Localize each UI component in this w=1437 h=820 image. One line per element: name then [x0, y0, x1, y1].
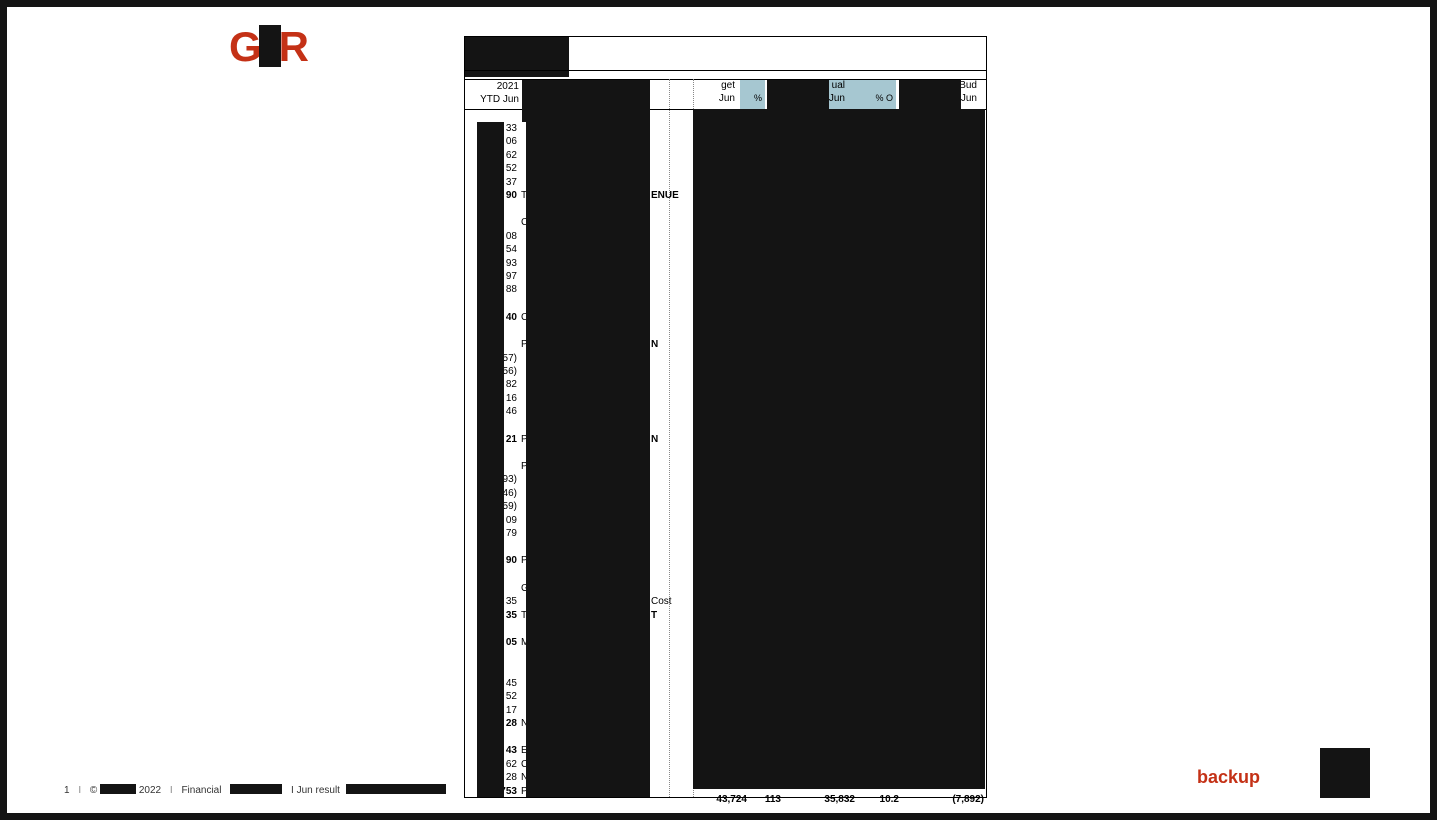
report-header-redaction [465, 37, 569, 77]
row-label-end: N [651, 339, 658, 350]
body-redaction-labels [526, 109, 650, 797]
report-rule-1 [465, 70, 986, 71]
company-logo: GR [229, 23, 308, 71]
backup-label: backup [1197, 767, 1260, 788]
footer-page-number: 1 [64, 785, 70, 796]
body-redaction-numbers [693, 109, 985, 789]
footer-redaction-3 [346, 784, 446, 794]
bottom-right-redaction [1320, 748, 1370, 798]
col-2021-sub: YTD Jun [469, 93, 519, 106]
footer-redaction-1 [100, 784, 136, 794]
row-label-end: T [651, 610, 657, 621]
col-budget-pct: % [740, 93, 762, 103]
col-2021-header: 2021 YTD Jun [469, 80, 519, 106]
col-actual-pct: % O [865, 93, 893, 103]
logo-letter-r: R [279, 23, 308, 70]
slide-footer: 1 I © 2022 I Financial I Jun result [64, 784, 446, 796]
col-2021-year: 2021 [469, 80, 519, 93]
footer-trail: I Jun result [291, 785, 340, 796]
slide-frame: GR backup 1 I © 2022 I Financial I Jun r… [0, 0, 1437, 820]
row-label-end: ENUE [651, 190, 679, 201]
summary-v3: 35,832 [803, 794, 855, 805]
footer-separator: I [78, 785, 81, 796]
summary-v5: (7,892) [932, 794, 984, 805]
col-budget-top: get [695, 80, 735, 91]
financial-report: oup Result - Jun 2022 USD 000 2021 YTD J… [464, 36, 987, 798]
logo-letter-g: G [229, 23, 261, 70]
summary-v2: 113 [751, 794, 781, 805]
slide-canvas: GR backup 1 I © 2022 I Financial I Jun r… [7, 7, 1430, 813]
logo-redaction-block [259, 25, 281, 67]
footer-section: Financial [181, 785, 221, 796]
footer-year: 2022 [139, 785, 161, 796]
col-budget-sub: Jun [695, 93, 735, 104]
summary-v4: 10.2 [863, 794, 899, 805]
footer-copyright: © [90, 785, 97, 796]
body-redaction-col1 [477, 122, 504, 797]
footer-separator-2: I [170, 785, 173, 796]
row-label-end: N [651, 434, 658, 445]
summary-v1: 43,724 [695, 794, 747, 805]
footer-redaction-2 [230, 784, 282, 794]
row-label-end: Cost [651, 596, 672, 607]
